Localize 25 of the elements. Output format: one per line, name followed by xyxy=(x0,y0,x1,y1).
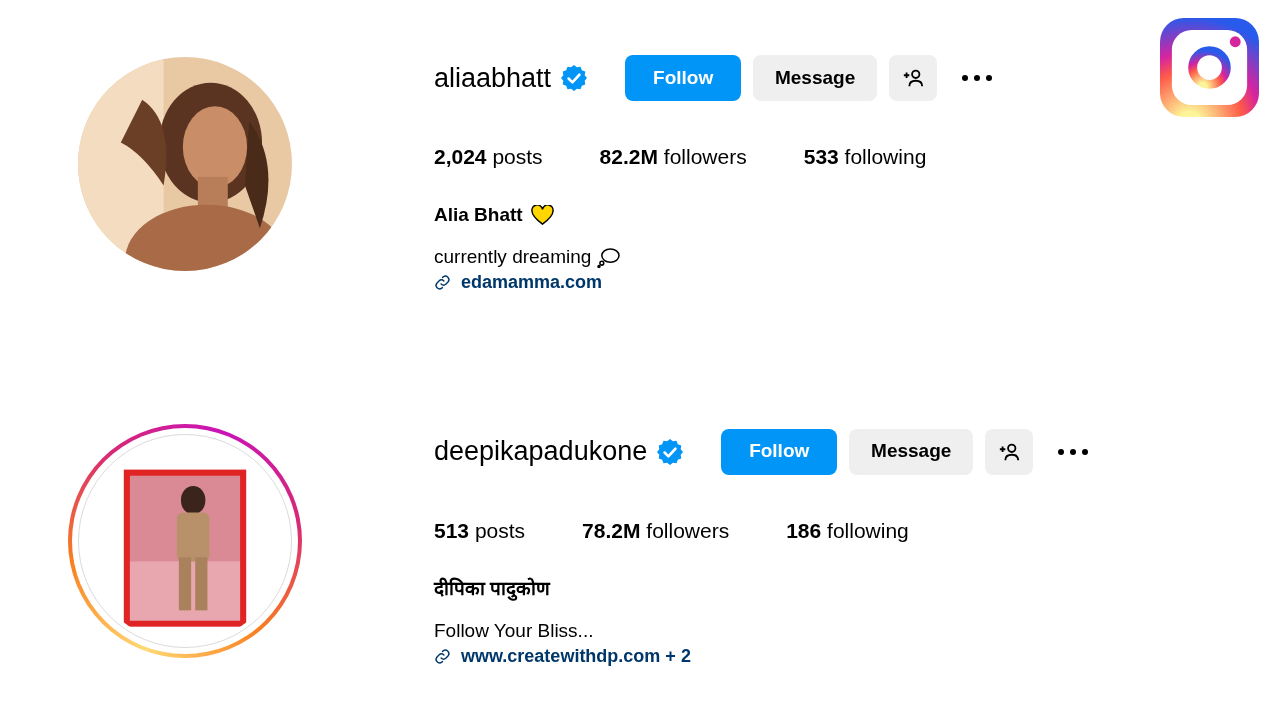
add-person-button[interactable] xyxy=(889,55,938,101)
stat-link[interactable]: 2,024 posts xyxy=(434,141,543,173)
more-icon xyxy=(1058,448,1089,455)
stat-link[interactable]: 82.2M followers xyxy=(599,141,747,173)
stat-link[interactable]: 533 following xyxy=(803,141,927,173)
link-icon xyxy=(434,274,451,291)
add-person-button[interactable] xyxy=(985,428,1034,475)
bio-text: Follow Your Bliss... xyxy=(434,618,594,643)
stat-link[interactable]: 513 posts xyxy=(434,514,526,546)
link-icon xyxy=(434,647,451,665)
website-link[interactable]: edamamma.com xyxy=(461,269,603,296)
website-link[interactable]: www.createwithdp.com + 2 xyxy=(461,642,691,670)
stat-link[interactable]: 78.2M followers xyxy=(582,514,730,546)
username: aliaabhatt xyxy=(434,61,552,95)
message-button[interactable]: Message xyxy=(849,428,974,475)
display-name: Alia Bhatt xyxy=(434,203,523,228)
verified-badge-icon xyxy=(657,438,684,465)
display-name: दीपिका पादुकोण xyxy=(434,576,551,603)
verified-badge-icon xyxy=(561,65,588,91)
more-icon xyxy=(962,75,993,81)
add-person-icon xyxy=(902,67,925,89)
username: deepikapadukone xyxy=(434,435,648,469)
bio-text: currently dreaming xyxy=(434,245,592,270)
stat-link[interactable]: 186 following xyxy=(786,514,909,546)
message-button[interactable]: Message xyxy=(753,55,878,101)
